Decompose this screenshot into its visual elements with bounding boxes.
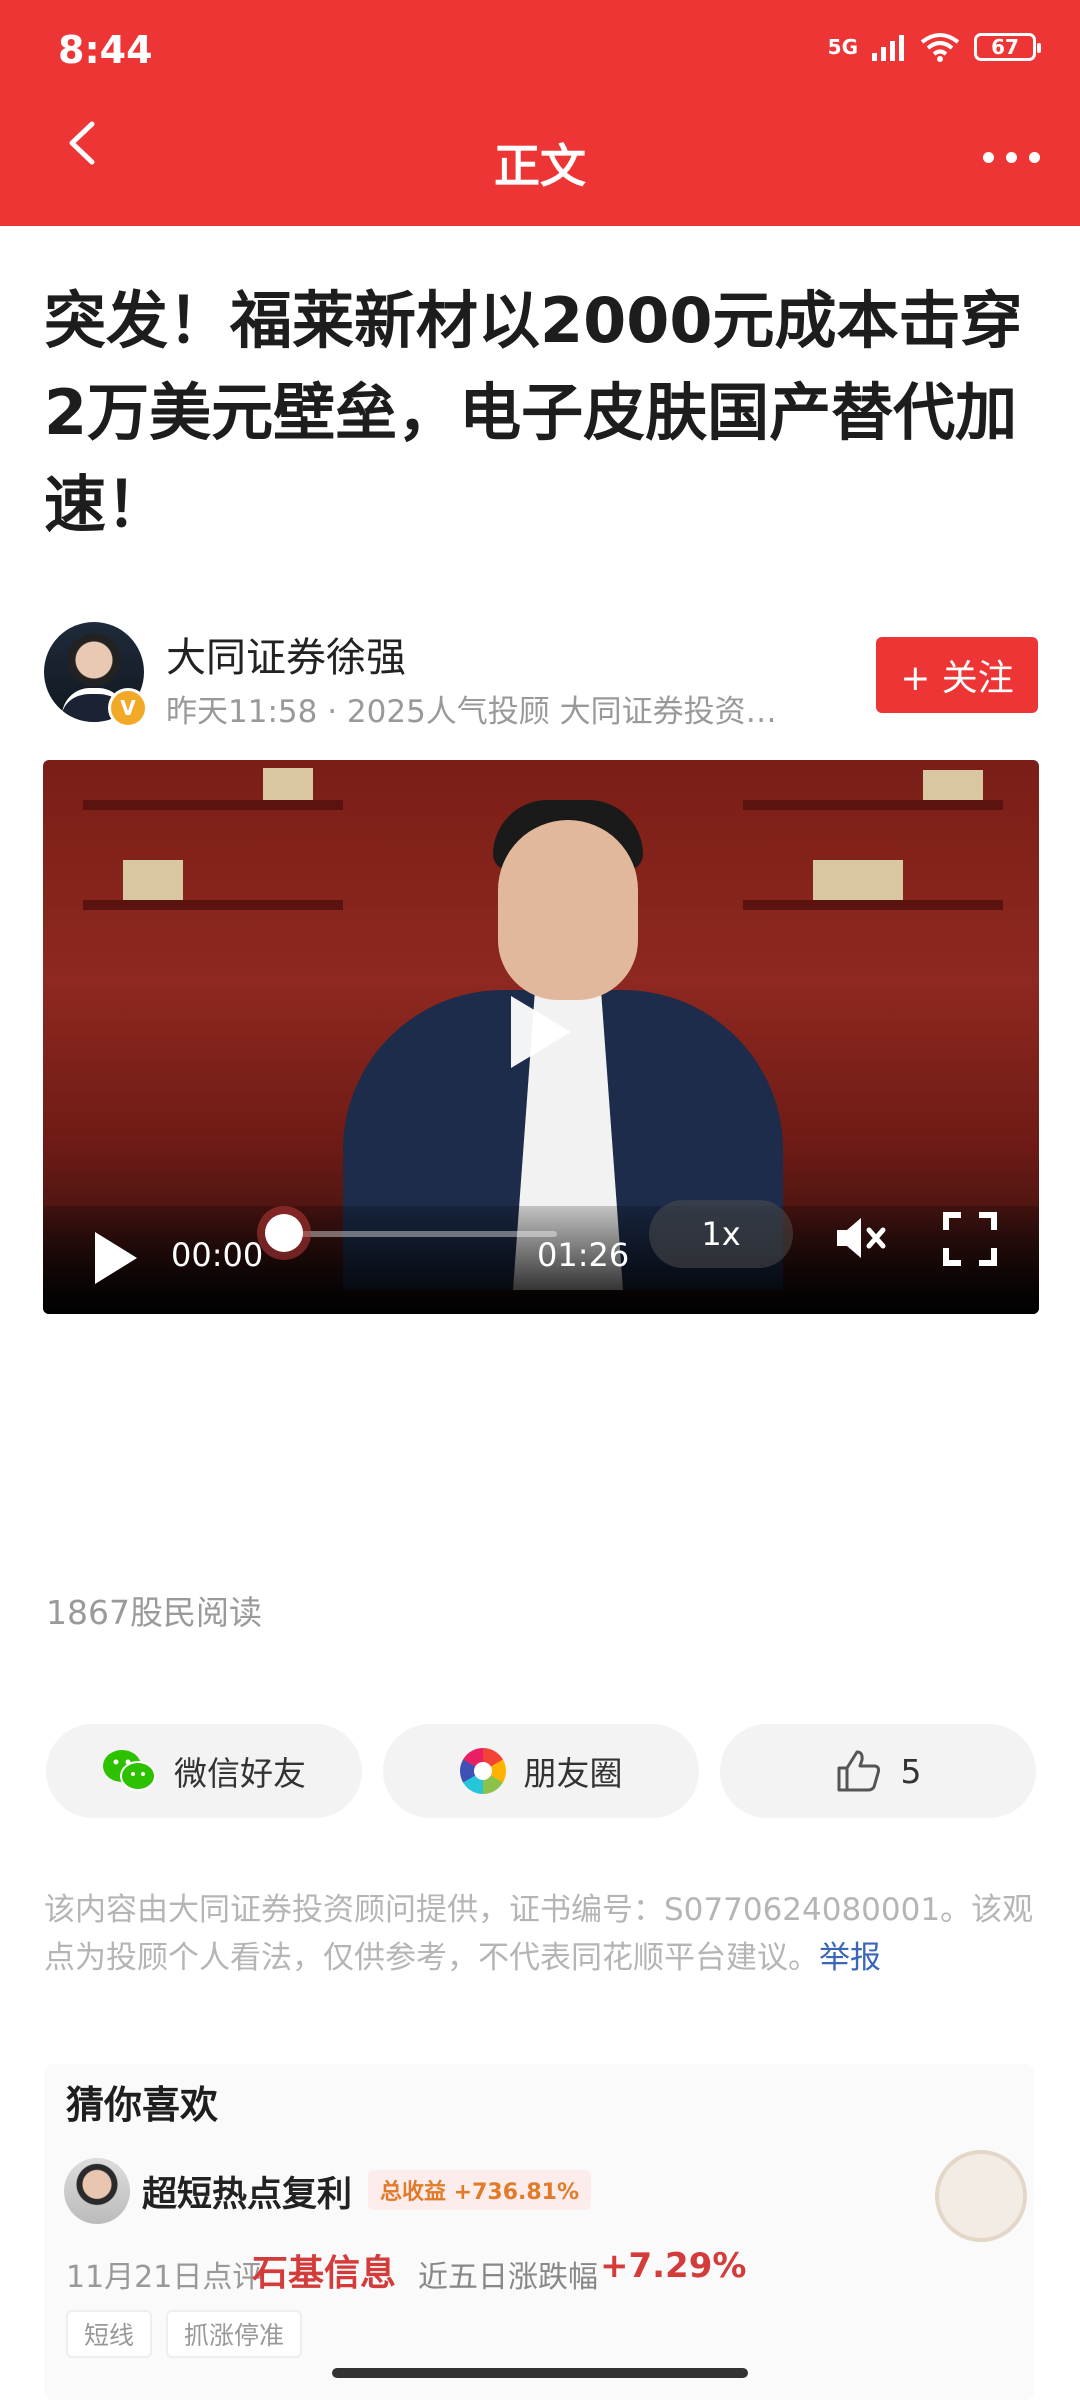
- page-title: 正文: [494, 139, 586, 193]
- disclaimer: 该内容由大同证券投资顾问提供，证书编号：S0770624080001。该观点为投…: [44, 1886, 1044, 1982]
- wifi-icon: [920, 33, 960, 62]
- moments-icon: [459, 1748, 506, 1794]
- like-count: 5: [900, 1751, 922, 1791]
- video-player[interactable]: 00:00 01:26 1x: [43, 760, 1039, 1314]
- status-time: 8:44: [58, 28, 153, 72]
- change-label: 近五日涨跌幅: [418, 2260, 598, 2295]
- article-meta: 昨天11:58 · 2025人气投顾 大同证券投资…: [166, 694, 777, 730]
- battery-indicator: 67: [974, 33, 1041, 61]
- video-current-time: 00:00: [171, 1236, 264, 1274]
- recommend-stock[interactable]: 石基信息: [252, 2244, 396, 2296]
- follow-button[interactable]: + 关注: [876, 637, 1038, 713]
- author-name[interactable]: 大同证券徐强: [166, 625, 406, 683]
- read-count: 1867股民阅读: [46, 1593, 262, 1632]
- share-moments-button[interactable]: 朋友圈: [383, 1724, 699, 1818]
- report-link[interactable]: 举报: [819, 1940, 881, 1976]
- video-play-button[interactable]: [95, 1232, 137, 1284]
- disclaimer-text: 该内容由大同证券投资顾问提供，证书编号：S0770624080001。该观点为投…: [44, 1892, 1034, 1976]
- verified-icon: V: [108, 688, 148, 728]
- video-progress-knob[interactable]: [265, 1214, 303, 1252]
- home-indicator[interactable]: [332, 2368, 748, 2378]
- more-icon[interactable]: [983, 152, 1040, 163]
- fullscreen-icon[interactable]: [943, 1212, 997, 1266]
- video-progress-track[interactable]: [287, 1231, 557, 1237]
- share-wechat-button[interactable]: 微信好友: [46, 1724, 362, 1818]
- video-duration: 01:26: [537, 1236, 630, 1274]
- network-label: 5G: [827, 35, 858, 59]
- like-button[interactable]: 5: [720, 1724, 1036, 1818]
- wechat-label: 微信好友: [174, 1754, 306, 1793]
- tag[interactable]: 短线: [66, 2310, 153, 2358]
- play-icon[interactable]: [511, 996, 571, 1068]
- profit-badge: 总收益 +736.81%: [368, 2170, 592, 2210]
- wechat-icon: [103, 1750, 156, 1791]
- recommend-name[interactable]: 超短热点复利: [142, 2166, 352, 2217]
- recommend-title: 猜你喜欢: [66, 2083, 219, 2127]
- mute-icon[interactable]: [833, 1212, 889, 1264]
- moments-label: 朋友圈: [523, 1754, 623, 1793]
- thumbs-up-icon: [837, 1750, 880, 1792]
- status-icons: 5G 67: [827, 32, 1041, 62]
- playback-speed-button[interactable]: 1x: [649, 1200, 793, 1268]
- recommend-date: 11月21日点评: [66, 2260, 263, 2295]
- change-value: +7.29%: [600, 2246, 747, 2286]
- article-title: 突发！福莱新材以2000元成本击穿2万美元壁垒，电子皮肤国产替代加速！: [44, 284, 1023, 541]
- tag[interactable]: 抓涨停准: [166, 2310, 303, 2358]
- signal-icon: [872, 35, 904, 61]
- recommend-avatar[interactable]: [64, 2158, 130, 2224]
